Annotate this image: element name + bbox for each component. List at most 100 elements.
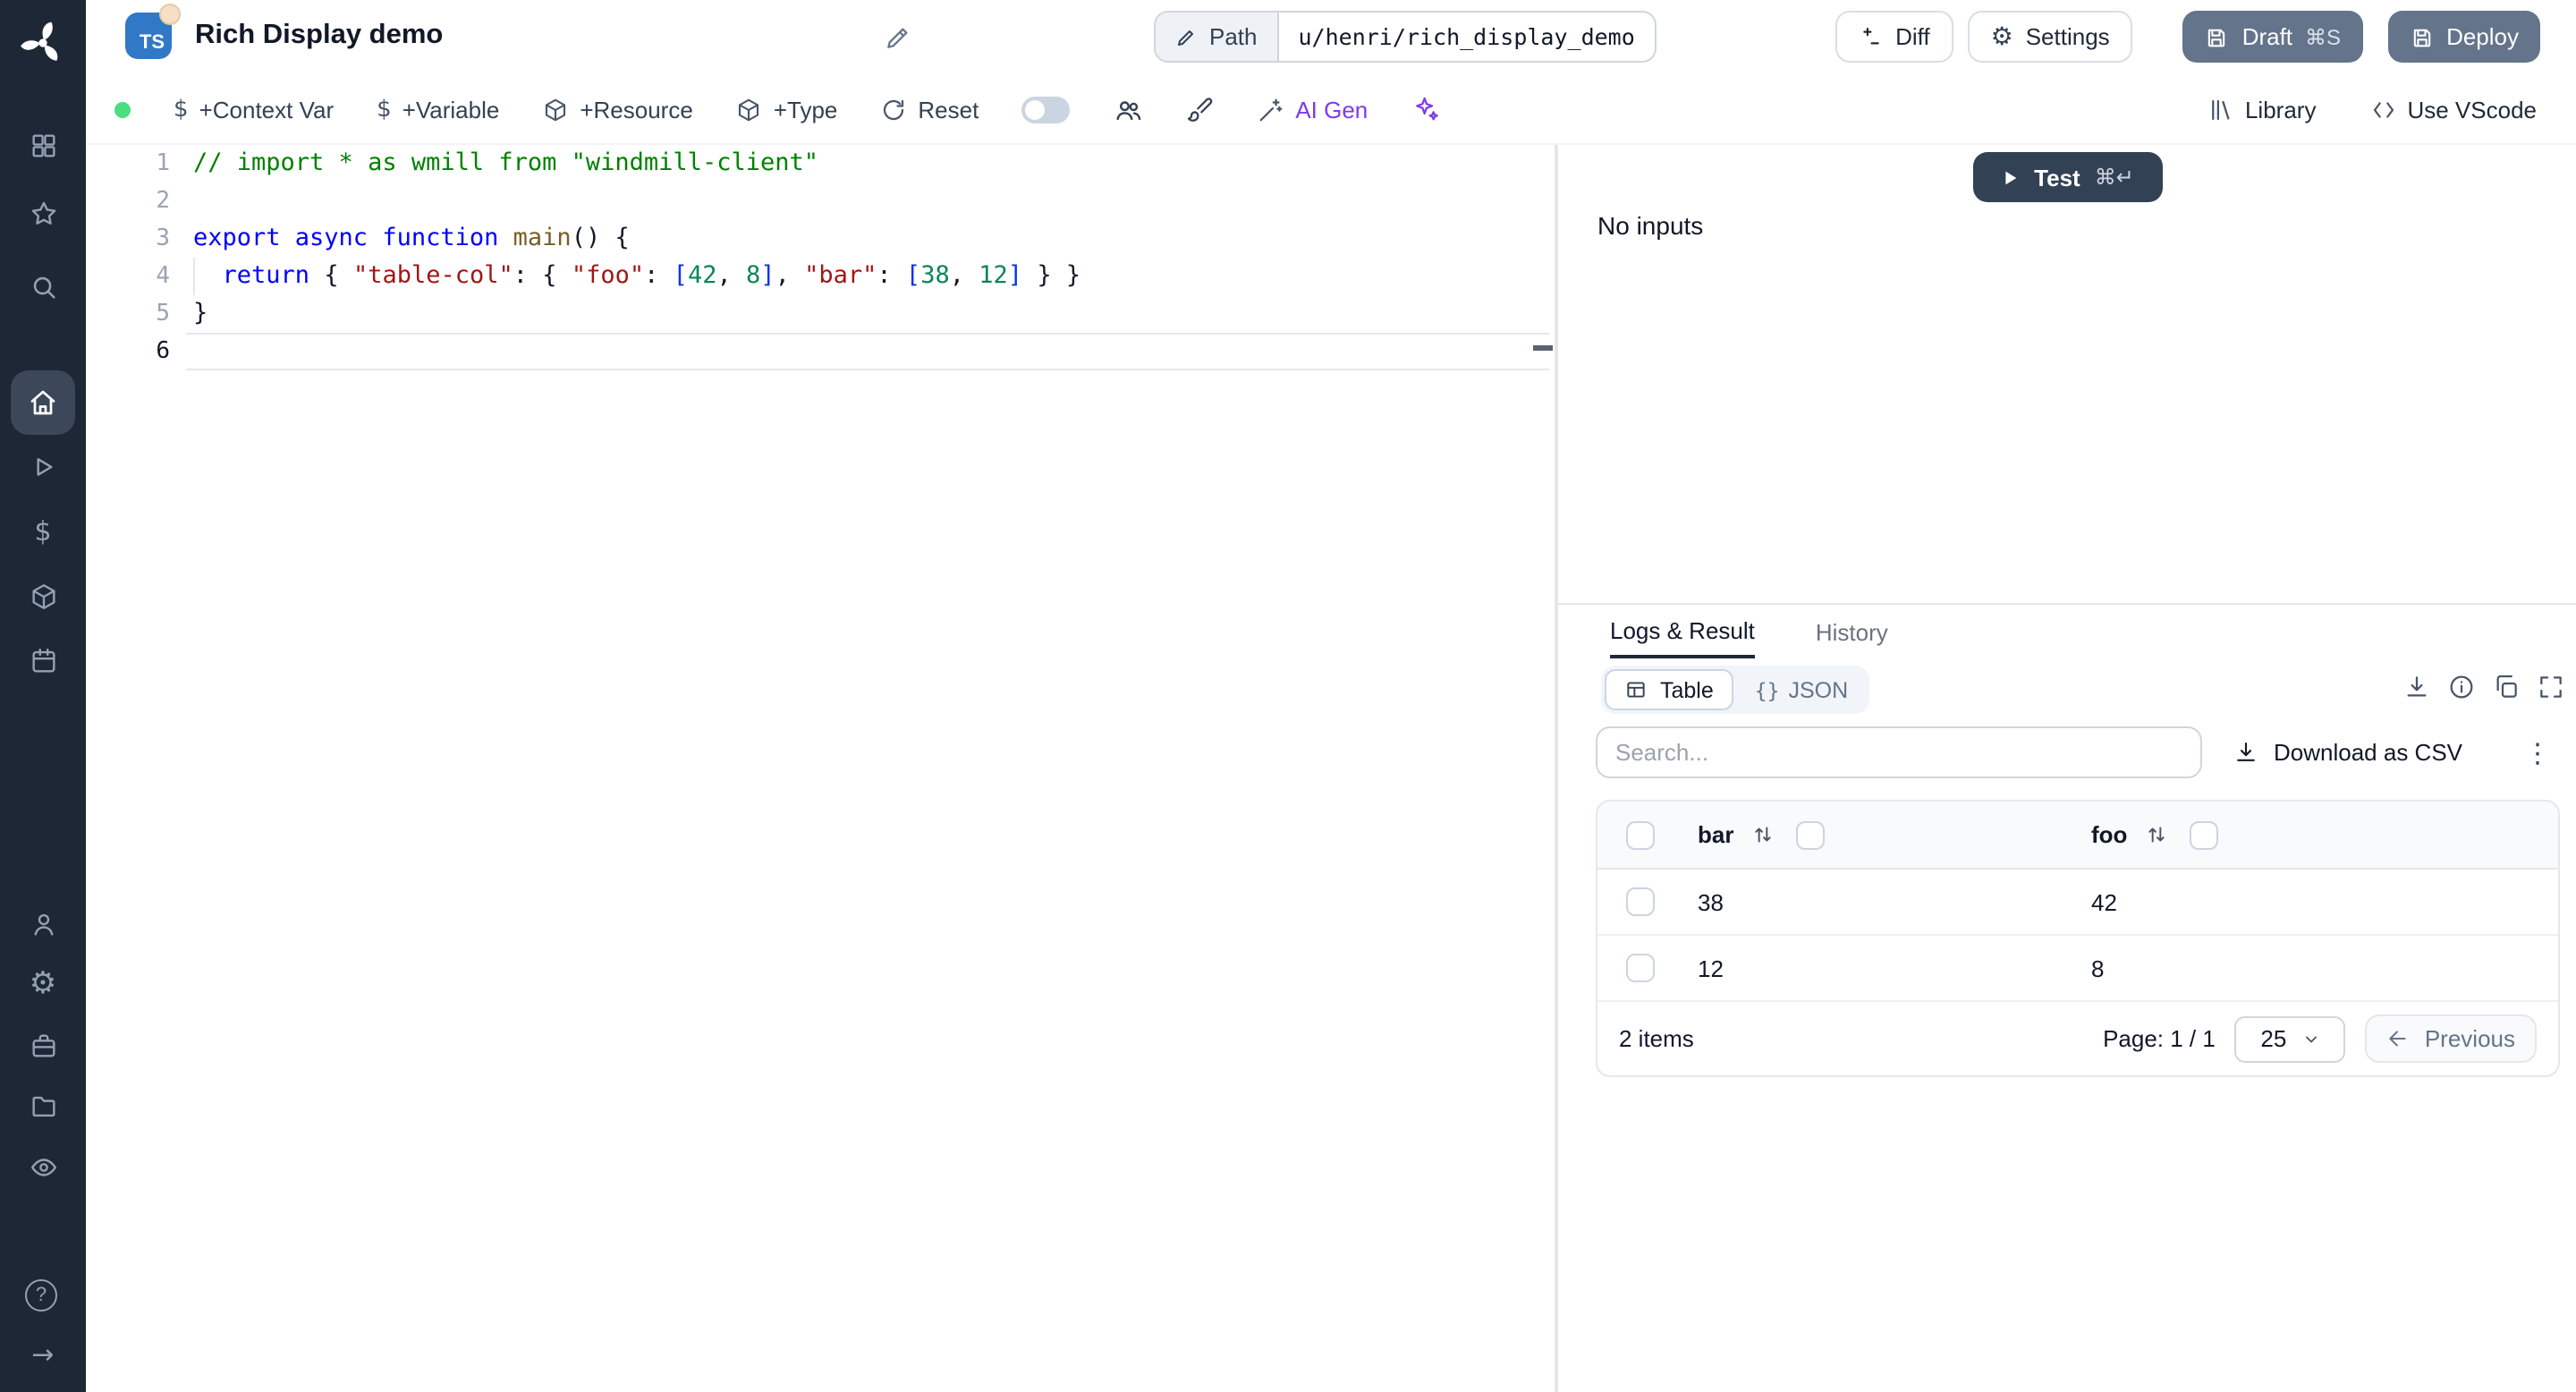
cube-resources-icon[interactable]	[27, 580, 59, 612]
multiplayer-users-icon[interactable]	[1113, 94, 1143, 124]
library-button[interactable]: Library	[2207, 96, 2316, 123]
expand-icon[interactable]	[2537, 673, 2565, 701]
column-header-foo[interactable]: foo	[2091, 821, 2127, 848]
eye-icon[interactable]	[27, 1150, 59, 1183]
result-table-body: 38 42 12 8	[1597, 870, 2558, 1002]
deploy-button[interactable]: Deploy	[2387, 11, 2540, 63]
previous-page-button[interactable]: Previous	[2365, 1014, 2537, 1063]
table-row[interactable]: 12 8	[1597, 936, 2558, 1002]
select-all-checkbox[interactable]	[1626, 820, 1655, 849]
gear-icon: ⚙	[1990, 22, 2013, 51]
settings-button[interactable]: ⚙ Settings	[1967, 11, 2133, 63]
column-checkbox[interactable]	[2190, 820, 2219, 849]
cell-foo: 42	[2091, 888, 2117, 915]
dollar-icon: $	[174, 96, 189, 123]
help-icon[interactable]: ?	[25, 1279, 57, 1311]
cube-icon	[542, 96, 569, 123]
collapse-arrow-icon[interactable]: →	[27, 1338, 59, 1371]
ai-gen-button[interactable]: AI Gen	[1258, 96, 1368, 123]
add-resource-button[interactable]: +Resource	[542, 96, 693, 123]
line-number: 3	[156, 225, 170, 252]
path-label-segment[interactable]: Path	[1156, 13, 1279, 61]
result-table: bar foo 38 42 12 8 2 items Page: 1 / 1 2…	[1596, 800, 2560, 1077]
add-variable-button[interactable]: $ +Variable	[377, 96, 499, 123]
reset-button[interactable]: Reset	[880, 96, 979, 123]
page-indicator: Page: 1 / 1	[2103, 1025, 2216, 1052]
typescript-badge: TS	[125, 4, 181, 59]
add-type-button[interactable]: +Type	[736, 96, 837, 123]
home-icon	[27, 386, 59, 419]
use-vscode-button[interactable]: Use VScode	[2369, 96, 2537, 123]
code-line: }	[193, 299, 208, 327]
page-title: Rich Display demo	[195, 20, 444, 50]
apps-grid-icon[interactable]	[27, 129, 59, 161]
sparkles-icon[interactable]	[1411, 95, 1439, 123]
library-icon	[2207, 96, 2234, 123]
sidebar-item-home[interactable]	[11, 370, 75, 435]
briefcase-icon[interactable]	[27, 1029, 59, 1061]
editor-code[interactable]: // import * as wmill from "windmill-clie…	[186, 145, 1555, 370]
tab-logs-result[interactable]: Logs & Result	[1610, 605, 1755, 658]
no-inputs-label: No inputs	[1597, 211, 1704, 240]
page-size-select[interactable]: 25	[2234, 1015, 2346, 1062]
search-input[interactable]	[1596, 726, 2202, 778]
result-content: Table {} JSON Search... Download as CSV …	[1558, 658, 2576, 1392]
code-editor[interactable]: 1 2 3 4 5 6 // import * as wmill from "windmi…	[86, 145, 1555, 1392]
edit-title-pencil-icon[interactable]	[884, 23, 912, 52]
items-count: 2 items	[1619, 1025, 1694, 1052]
line-number: 6	[156, 338, 170, 365]
path-value[interactable]: u/henri/rich_display_demo	[1279, 13, 1655, 61]
braces-icon: {}	[1754, 677, 1780, 702]
column-checkbox[interactable]	[1796, 820, 1826, 849]
download-csv-button[interactable]: Download as CSV	[2233, 739, 2462, 766]
row-checkbox[interactable]	[1626, 887, 1655, 916]
gear-icon[interactable]: ⚙	[27, 966, 59, 1002]
copy-icon[interactable]	[2492, 673, 2521, 701]
tab-history[interactable]: History	[1816, 605, 1888, 658]
save-draft-icon	[2205, 24, 2230, 49]
path-control[interactable]: Path u/henri/rich_display_demo	[1154, 11, 1657, 63]
dollar-icon: $	[377, 96, 392, 123]
sort-icon[interactable]	[2145, 823, 2168, 846]
windmill-logo[interactable]	[16, 16, 70, 70]
cell-bar: 38	[1698, 888, 1724, 915]
dollar-variables-icon[interactable]: $	[27, 515, 59, 547]
view-json-button[interactable]: {} JSON	[1737, 669, 1866, 710]
column-header-bar[interactable]: bar	[1698, 821, 1733, 848]
sort-icon[interactable]	[1751, 823, 1775, 846]
diff-icon	[1858, 24, 1883, 49]
calendar-schedules-icon[interactable]	[27, 644, 59, 676]
editor-toolbar: $ +Context Var $ +Variable +Resource +Ty…	[86, 73, 2576, 145]
format-brush-icon[interactable]	[1186, 95, 1215, 123]
download-result-icon[interactable]	[2402, 673, 2431, 701]
magic-wand-icon	[1258, 96, 1284, 123]
line-number: 5	[156, 301, 170, 327]
line-number: 4	[156, 263, 170, 290]
play-runs-icon[interactable]	[27, 451, 59, 483]
draft-button[interactable]: Draft ⌘S	[2182, 11, 2363, 63]
right-panel: Test ⌘↵ No inputs Logs & Result History …	[1558, 145, 2576, 1392]
diff-mode-toggle[interactable]	[1021, 96, 1071, 123]
cell-bar: 12	[1698, 955, 1724, 981]
sidebar: $ ⚙ ? →	[0, 0, 86, 1392]
folder-icon[interactable]	[27, 1090, 59, 1122]
view-table-button[interactable]: Table	[1605, 669, 1733, 710]
info-icon[interactable]	[2447, 673, 2476, 701]
runtime-bun-badge	[159, 4, 181, 25]
download-icon	[2233, 739, 2259, 766]
table-row[interactable]: 38 42	[1597, 870, 2558, 936]
search-icon[interactable]	[27, 270, 59, 302]
user-icon[interactable]	[27, 907, 59, 939]
result-tabs: Logs & Result History	[1558, 603, 2576, 658]
diff-button[interactable]: Diff	[1835, 11, 1953, 63]
kebab-menu-icon[interactable]: ⋮	[2524, 736, 2551, 768]
star-icon[interactable]	[27, 197, 59, 229]
row-checkbox[interactable]	[1626, 954, 1655, 982]
test-button[interactable]: Test ⌘↵	[1972, 152, 2162, 202]
code-line: return { "table-col": { "foo": [42, 8], …	[222, 261, 1081, 290]
play-icon	[2000, 167, 2020, 187]
cube-icon	[736, 96, 763, 123]
add-context-var-button[interactable]: $ +Context Var	[174, 96, 334, 123]
